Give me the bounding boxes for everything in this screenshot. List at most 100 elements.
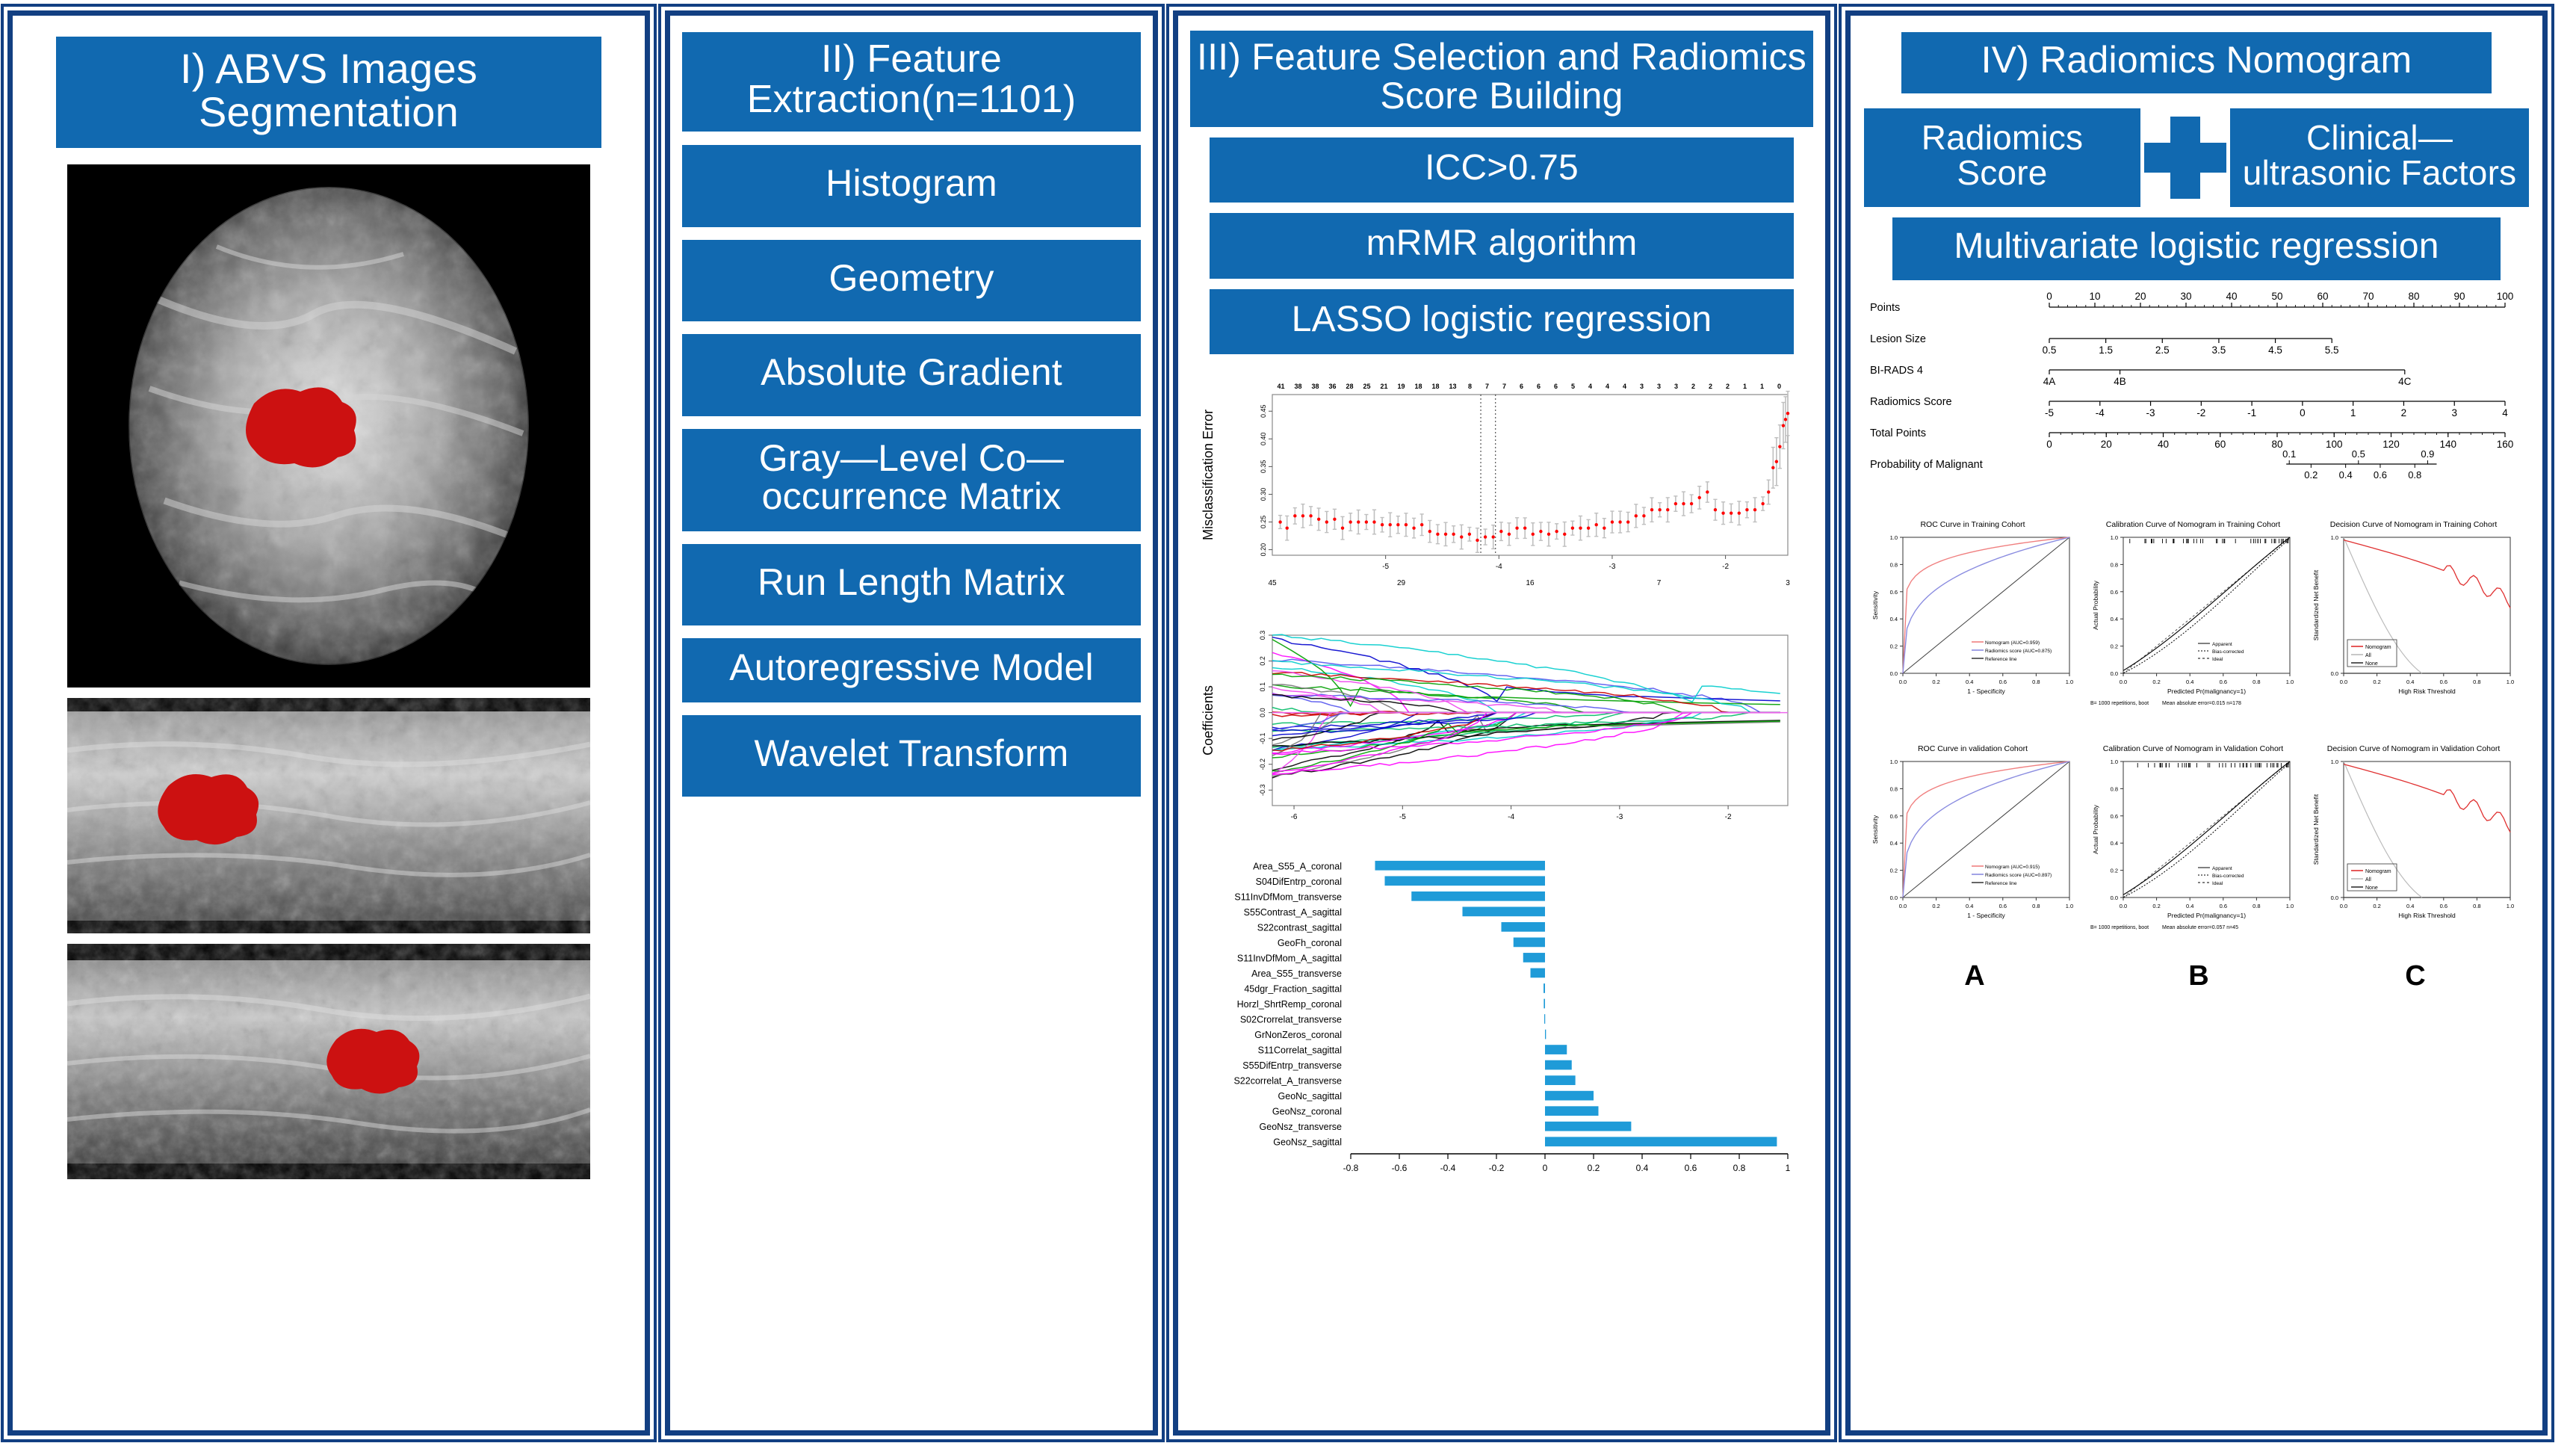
svg-text:0.8: 0.8 (2473, 679, 2480, 685)
lasso-coefficient-path-plot: -0.3 -0.2 -0.1 0.0 0.1 0.2 0.3 -6 -5 -4 -3 -2 Coeffi… (1190, 619, 1813, 843)
svg-text:B= 1000 repetitions, boot: B= 1000 repetitions, boot (2090, 701, 2149, 706)
svg-text:-4: -4 (2096, 407, 2105, 418)
svg-text:45dgr_Fraction_sagittal: 45dgr_Fraction_sagittal (1244, 984, 1342, 995)
svg-text:50: 50 (2271, 291, 2282, 302)
svg-text:1.0: 1.0 (2066, 679, 2073, 685)
svg-text:0.6: 0.6 (2220, 679, 2227, 685)
svg-text:0.6: 0.6 (2111, 812, 2118, 819)
radiomics-workflow-figure: I) ABVS Images Segmentation II) Feature … (0, 0, 2576, 1446)
svg-text:0.8: 0.8 (2111, 561, 2118, 568)
svg-text:Standardized Net Benefit: Standardized Net Benefit (2312, 794, 2320, 865)
svg-text:-5: -5 (1399, 813, 1406, 821)
svg-text:2: 2 (1691, 383, 1695, 390)
svg-text:0.0: 0.0 (2331, 895, 2338, 901)
svg-text:0.40: 0.40 (1260, 433, 1267, 446)
svg-text:Nomogram: Nomogram (2365, 869, 2391, 874)
svg-text:3.5: 3.5 (2212, 344, 2226, 356)
svg-text:BI-RADS 4: BI-RADS 4 (1870, 365, 1923, 377)
svg-text:Ideal: Ideal (2212, 881, 2223, 886)
svg-text:1.0: 1.0 (2286, 679, 2294, 685)
svg-text:0.8: 0.8 (2253, 903, 2260, 909)
svg-text:0.2: 0.2 (2111, 643, 2118, 649)
svg-text:0.8: 0.8 (1733, 1163, 1746, 1173)
nomogram-chart: Points 0 10 20 30 40 50 60 70 80 90 100 Lesion Size 0… (1863, 288, 2530, 512)
svg-text:6: 6 (1537, 383, 1541, 390)
svg-text:6: 6 (1554, 383, 1558, 390)
svg-text:Actual Probability: Actual Probability (2092, 580, 2099, 629)
svg-text:0.0: 0.0 (1899, 679, 1907, 685)
svg-text:140: 140 (2439, 439, 2456, 450)
nomogram-inputs-row: Radiomics Score Clinical—ultrasonic Fact… (1863, 108, 2530, 208)
svg-text:0.6: 0.6 (2374, 469, 2387, 481)
svg-text:0.0: 0.0 (1890, 670, 1898, 677)
svg-text:90: 90 (2453, 291, 2465, 302)
feature-box-histogram: Histogram (682, 145, 1141, 227)
svg-text:25: 25 (1363, 383, 1370, 390)
svg-text:38: 38 (1294, 383, 1301, 390)
svg-text:0.8: 0.8 (2032, 903, 2040, 909)
svg-text:1: 1 (1743, 383, 1747, 390)
svg-text:1: 1 (1760, 383, 1764, 390)
lasso-cv-plot: 41 38 38 36 28 25 21 19 18 18 13 8 7 7 6 6 6 5 4 4 4 3 3 3 2 2 2 1 1… (1190, 365, 1813, 611)
svg-text:60: 60 (2317, 291, 2328, 302)
panel-letter-b: B (2087, 960, 2311, 992)
svg-text:Decision Curve of Nomogram in: Decision Curve of Nomogram in Validation… (2327, 744, 2501, 753)
svg-text:0.2: 0.2 (2373, 903, 2380, 909)
svg-text:S55DifEntrp_transverse: S55DifEntrp_transverse (1242, 1060, 1342, 1071)
svg-text:18: 18 (1414, 383, 1422, 390)
svg-text:0.2: 0.2 (2152, 903, 2160, 909)
feature-box-run-length-matrix: Run Length Matrix (682, 544, 1141, 626)
svg-text:Probability of Malignant: Probability of Malignant (1870, 459, 1983, 471)
svg-text:ROC Curve in validation Cohort: ROC Curve in validation Cohort (1918, 744, 2028, 753)
svg-text:0.8: 0.8 (2111, 785, 2118, 792)
svg-text:-0.3: -0.3 (1259, 785, 1266, 797)
svg-text:1.0: 1.0 (2331, 534, 2338, 541)
svg-text:-0.4: -0.4 (1440, 1163, 1456, 1173)
svg-text:0.2: 0.2 (2373, 679, 2380, 685)
svg-text:4: 4 (1588, 383, 1592, 390)
svg-text:38: 38 (1311, 383, 1319, 390)
svg-text:GeoNc_sagittal: GeoNc_sagittal (1278, 1091, 1342, 1102)
svg-text:3: 3 (1657, 383, 1661, 390)
svg-text:-0.2: -0.2 (1489, 1163, 1505, 1173)
svg-text:7: 7 (1502, 383, 1506, 390)
svg-text:Total Points: Total Points (1870, 427, 1926, 439)
svg-text:-2: -2 (1725, 813, 1732, 821)
feature-box-wavelet-transform: Wavelet Transform (682, 715, 1141, 797)
svg-text:0.4: 0.4 (1890, 616, 1898, 622)
panel-radiomics-nomogram: IV) Radiomics Nomogram Radiomics Score C… (1845, 10, 2548, 1436)
svg-text:0.5: 0.5 (2043, 344, 2057, 356)
svg-text:-2: -2 (2196, 407, 2205, 418)
panel3-title: III) Feature Selection and Radiomics Sco… (1190, 31, 1813, 127)
svg-text:1.0: 1.0 (1890, 758, 1898, 765)
svg-text:Reference line: Reference line (1985, 657, 2017, 662)
svg-text:0.8: 0.8 (2032, 679, 2040, 685)
svg-text:2: 2 (1709, 383, 1712, 390)
panel-letter-a: A (1863, 960, 2087, 992)
svg-text:60: 60 (2214, 439, 2226, 450)
svg-text:40: 40 (2226, 291, 2237, 302)
svg-text:0.2: 0.2 (1932, 679, 1939, 685)
svg-text:41: 41 (1277, 383, 1284, 390)
svg-text:0.2: 0.2 (1890, 643, 1898, 649)
svg-text:70: 70 (2362, 291, 2374, 302)
svg-text:Apparent: Apparent (2212, 642, 2232, 647)
svg-text:S11InvDfMom_A_sagittal: S11InvDfMom_A_sagittal (1237, 954, 1342, 964)
svg-text:45: 45 (1268, 579, 1277, 587)
svg-text:-0.2: -0.2 (1259, 758, 1266, 770)
panel-abvs-segmentation: I) ABVS Images Segmentation (7, 10, 650, 1436)
svg-text:0.2: 0.2 (2152, 679, 2160, 685)
svg-text:18: 18 (1431, 383, 1439, 390)
svg-text:2: 2 (2401, 407, 2407, 418)
svg-text:Radiomics score (AUC=0.897): Radiomics score (AUC=0.897) (1985, 873, 2052, 878)
svg-text:None: None (2365, 661, 2378, 667)
svg-text:Standardized Net Benefit: Standardized Net Benefit (2312, 569, 2320, 640)
svg-text:2: 2 (1726, 383, 1730, 390)
svg-text:-0.1: -0.1 (1259, 733, 1266, 745)
svg-text:GrNonZeros_coronal: GrNonZeros_coronal (1254, 1030, 1342, 1040)
svg-text:Points: Points (1870, 302, 1900, 314)
svg-text:Ideal: Ideal (2212, 657, 2223, 662)
svg-text:1.0: 1.0 (2507, 679, 2514, 685)
svg-text:13: 13 (1449, 383, 1456, 390)
svg-text:80: 80 (2271, 439, 2282, 450)
